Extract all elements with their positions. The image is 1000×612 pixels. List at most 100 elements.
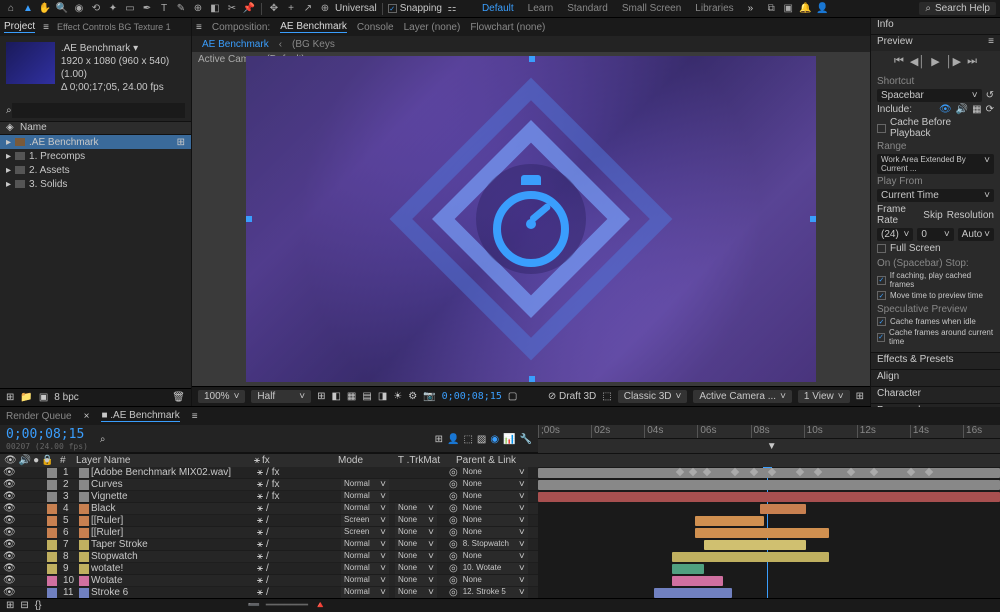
zoom-tool-icon[interactable]: 🔍	[55, 2, 69, 16]
project-item-assets[interactable]: ▸ 2. Assets	[0, 163, 191, 177]
panel-menu-icon[interactable]: ≡	[192, 411, 198, 422]
mode-dropdown[interactable]: Screen˅	[341, 527, 389, 538]
video-col-icon[interactable]: 👁	[4, 455, 17, 466]
pickwhip-icon[interactable]: ◎	[449, 527, 458, 538]
new-comp-icon[interactable]: ▣	[39, 392, 48, 403]
subtab-bgkeys[interactable]: (BG Keys	[292, 39, 335, 50]
first-frame-button[interactable]: ⏮	[894, 55, 904, 68]
hand-tool-icon[interactable]: ✋	[38, 2, 52, 16]
mode-dropdown[interactable]: Normal˅	[341, 563, 389, 574]
ruler-tick[interactable]: 04s	[644, 425, 663, 438]
arrow-icon[interactable]: ↗	[301, 2, 315, 16]
zoom-in-icon[interactable]: 🔺	[314, 600, 326, 611]
ruler-tick[interactable]: 06s	[697, 425, 716, 438]
parent-col[interactable]: Parent & Link	[446, 455, 532, 466]
eraser-tool-icon[interactable]: ◧	[208, 2, 222, 16]
visibility-toggle[interactable]: 👁	[3, 467, 16, 478]
panel-menu-icon[interactable]: ≡	[43, 22, 49, 33]
ruler-tick[interactable]: 16s	[963, 425, 982, 438]
shy-col-icon[interactable]: ⚹	[254, 455, 260, 466]
rotate-tool-icon[interactable]: ⟲	[89, 2, 103, 16]
label-color[interactable]	[47, 588, 57, 598]
guides-icon[interactable]: ▦	[347, 391, 356, 402]
mode-dropdown[interactable]: Normal˅	[341, 575, 389, 586]
mode-dropdown[interactable]: Screen˅	[341, 515, 389, 526]
timeline-comp-tab[interactable]: ■ .AE Benchmark	[101, 410, 179, 422]
timeline-layer-row[interactable]: 👁 8 Stopwatch ⚹/ Normal˅ None˅ ◎None˅	[0, 551, 538, 563]
puppet-tool-icon[interactable]: 📌	[242, 2, 256, 16]
next-frame-button[interactable]: │▶	[946, 55, 961, 68]
layer-bar[interactable]	[760, 504, 806, 514]
workspace-libraries[interactable]: Libraries	[695, 3, 733, 14]
cacheidle-checkbox[interactable]	[877, 317, 886, 326]
move-icon[interactable]: ✥	[267, 2, 281, 16]
effects-presets-header[interactable]: Effects & Presets	[871, 353, 1000, 369]
label-color[interactable]	[47, 480, 57, 490]
ifcaching-checkbox[interactable]	[877, 276, 886, 285]
share-icon[interactable]: ⧉	[764, 2, 778, 16]
roi-icon[interactable]: ▢	[508, 391, 517, 402]
project-item-precomps[interactable]: ▸ 1. Precomps	[0, 149, 191, 163]
parent-dropdown[interactable]: None˅	[460, 527, 528, 538]
ruler-tick[interactable]: 12s	[857, 425, 876, 438]
layer-bar[interactable]	[695, 516, 764, 526]
search-help[interactable]: ⌕ Search Help	[919, 2, 996, 15]
timeline-layer-row[interactable]: 👁 7 Taper Stroke ⚹/ Normal˅ None˅ ◎8. St…	[0, 539, 538, 551]
trkmat-dropdown[interactable]: None˅	[395, 539, 437, 550]
last-frame-button[interactable]: ⏭	[967, 55, 977, 68]
toggle-switches-icon[interactable]: ⊞	[6, 600, 14, 611]
pickwhip-icon[interactable]: ◎	[449, 587, 458, 598]
transparency-icon[interactable]: ⊞	[317, 391, 325, 402]
timeline-layer-row[interactable]: 👁 3 Vignette ⚹/fx Normal˅ ◎None˅	[0, 491, 538, 503]
label-color[interactable]	[47, 540, 57, 550]
label-color[interactable]	[47, 564, 57, 574]
flowchart-icon[interactable]: ⊞	[177, 137, 185, 148]
shortcut-dropdown[interactable]: Spacebar˅	[877, 89, 982, 102]
workspace-more-icon[interactable]: »	[748, 3, 754, 14]
type-icon-col[interactable]: ◈	[6, 122, 20, 134]
layer-bar[interactable]	[704, 540, 806, 550]
playfrom-dropdown[interactable]: Current Time˅	[877, 189, 994, 202]
console-tab[interactable]: Console	[357, 22, 394, 33]
include-video-icon[interactable]: 👁	[939, 104, 952, 115]
parent-dropdown[interactable]: None˅	[460, 467, 528, 478]
prev-frame-button[interactable]: ◀│	[910, 55, 925, 68]
range-dropdown[interactable]: Work Area Extended By Current ...˅	[877, 154, 994, 174]
layer-bar[interactable]	[672, 564, 704, 574]
work-area-marker[interactable]: ▼	[767, 441, 777, 452]
workspace-smallscreen[interactable]: Small Screen	[622, 3, 681, 14]
label-color[interactable]	[47, 528, 57, 538]
pickwhip-icon[interactable]: ◎	[449, 467, 458, 478]
selection-tool-icon[interactable]: ▲	[21, 2, 35, 16]
movetime-checkbox[interactable]	[877, 291, 886, 300]
graph-editor-icon[interactable]: 📊	[503, 434, 515, 445]
snapping-checkbox[interactable]	[388, 4, 397, 13]
framerate-dropdown[interactable]: (24)˅	[877, 228, 913, 241]
reset-icon[interactable]: ↺	[986, 90, 994, 101]
timeline-layer-row[interactable]: 👁 6 [[Ruler] ⚹/ Screen˅ None˅ ◎None˅	[0, 527, 538, 539]
zoom-dropdown[interactable]: 100%˅	[198, 390, 245, 403]
ruler-tick[interactable]: 02s	[591, 425, 610, 438]
project-item-solids[interactable]: ▸ 3. Solids	[0, 177, 191, 191]
cachearound-checkbox[interactable]	[877, 333, 885, 342]
layername-col[interactable]: Layer Name	[76, 455, 254, 466]
flowchart-tab[interactable]: Flowchart (none)	[470, 22, 545, 33]
interpret-icon[interactable]: ⊞	[6, 392, 14, 403]
timeline-timecode[interactable]: 0;00;08;15	[6, 427, 88, 442]
layer-bar[interactable]	[672, 576, 723, 586]
visibility-toggle[interactable]: 👁	[3, 563, 16, 574]
snap-opt-icon[interactable]: ⚏	[445, 2, 459, 16]
visibility-toggle[interactable]: 👁	[3, 515, 16, 526]
include-overlay-icon[interactable]: ▦	[972, 104, 981, 115]
label-color[interactable]	[47, 504, 57, 514]
parent-dropdown[interactable]: None˅	[460, 515, 528, 526]
anchor-tool-icon[interactable]: ✦	[106, 2, 120, 16]
draft3d-tl-icon[interactable]: ⬚	[463, 434, 472, 445]
add-icon[interactable]: +	[284, 2, 298, 16]
label-color[interactable]	[47, 576, 57, 586]
bpc-label[interactable]: 8 bpc	[54, 392, 78, 403]
effect-controls-tab[interactable]: Effect Controls BG Texture 1	[57, 22, 171, 32]
panel-grip-icon[interactable]: ≡	[196, 22, 202, 33]
visibility-toggle[interactable]: 👁	[3, 527, 16, 538]
visibility-toggle[interactable]: 👁	[3, 539, 16, 550]
